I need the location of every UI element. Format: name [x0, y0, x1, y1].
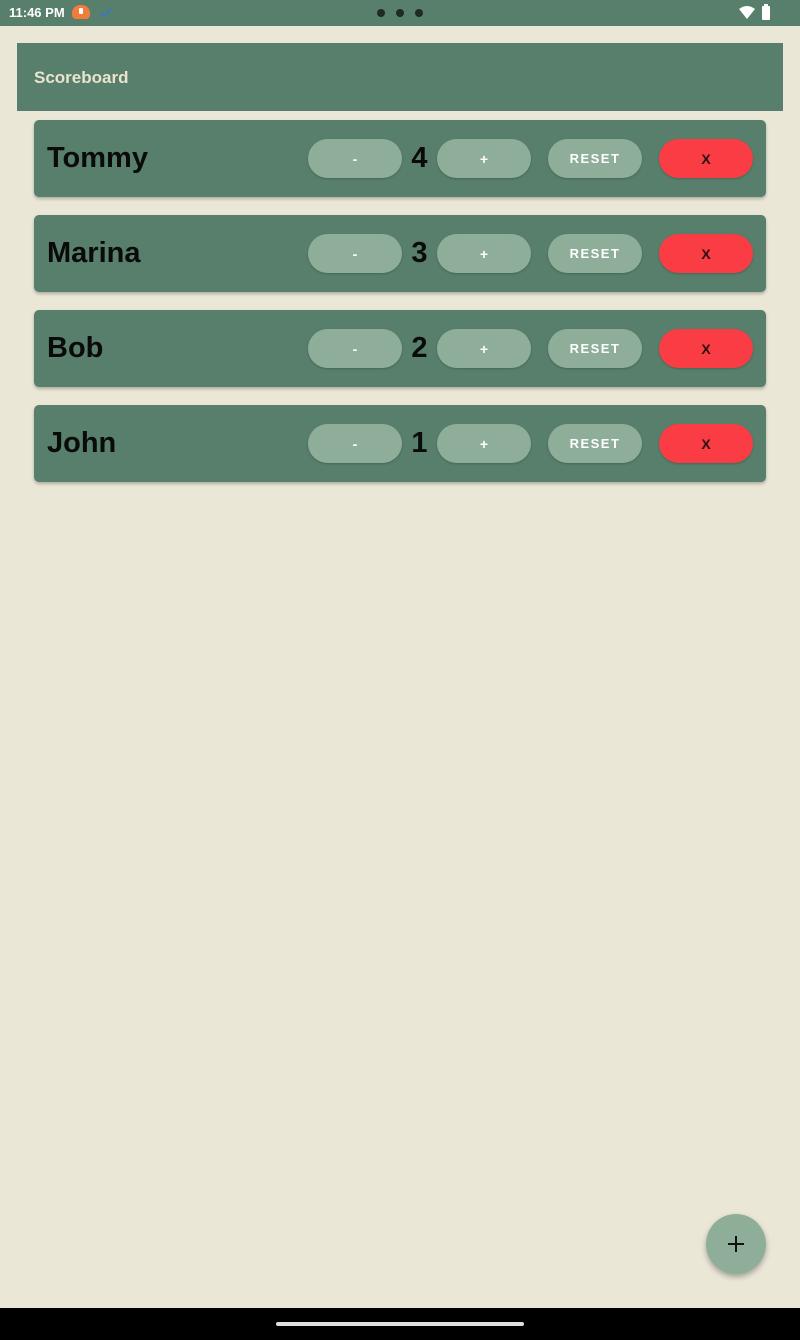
remove-player-button[interactable]: X: [659, 329, 753, 368]
home-handle[interactable]: [276, 1322, 524, 1326]
remove-player-button[interactable]: X: [659, 139, 753, 178]
player-score: 4: [411, 142, 428, 174]
decrement-button[interactable]: -: [308, 424, 402, 463]
reset-button[interactable]: RESET: [548, 234, 642, 273]
decrement-button[interactable]: -: [308, 329, 402, 368]
player-card: Tommy - 4 + RESET X: [34, 120, 766, 197]
navigation-bar: [0, 1308, 800, 1340]
player-score: 3: [411, 237, 428, 269]
player-card: Marina - 3 + RESET X: [34, 215, 766, 292]
remove-player-button[interactable]: X: [659, 234, 753, 273]
app-bar: Scoreboard: [17, 43, 783, 111]
download-notification-icon: [72, 5, 90, 19]
player-score: 1: [411, 427, 428, 459]
player-card: John - 1 + RESET X: [34, 405, 766, 482]
player-name: Bob: [47, 332, 104, 364]
plus-icon: [728, 1236, 744, 1252]
player-name: John: [47, 427, 117, 459]
player-name: Tommy: [47, 142, 148, 174]
player-score: 2: [411, 332, 428, 364]
player-card: Bob - 2 + RESET X: [34, 310, 766, 387]
increment-button[interactable]: +: [437, 234, 531, 273]
wifi-icon: [739, 6, 755, 19]
reset-button[interactable]: RESET: [548, 424, 642, 463]
reset-button[interactable]: RESET: [548, 139, 642, 178]
app-title: Scoreboard: [34, 68, 129, 87]
player-name: Marina: [47, 237, 141, 269]
check-icon: [100, 8, 112, 18]
more-dots-icon: [377, 9, 423, 17]
decrement-button[interactable]: -: [308, 139, 402, 178]
decrement-button[interactable]: -: [308, 234, 402, 273]
add-player-button[interactable]: [706, 1214, 766, 1274]
status-bar: 11:46 PM: [0, 0, 800, 26]
remove-player-button[interactable]: X: [659, 424, 753, 463]
reset-button[interactable]: RESET: [548, 329, 642, 368]
player-list: Tommy - 4 + RESET X Marina - 3 + RESET X…: [34, 120, 766, 500]
increment-button[interactable]: +: [437, 424, 531, 463]
increment-button[interactable]: +: [437, 139, 531, 178]
battery-icon: [762, 4, 770, 20]
status-time: 11:46 PM: [9, 5, 65, 20]
increment-button[interactable]: +: [437, 329, 531, 368]
